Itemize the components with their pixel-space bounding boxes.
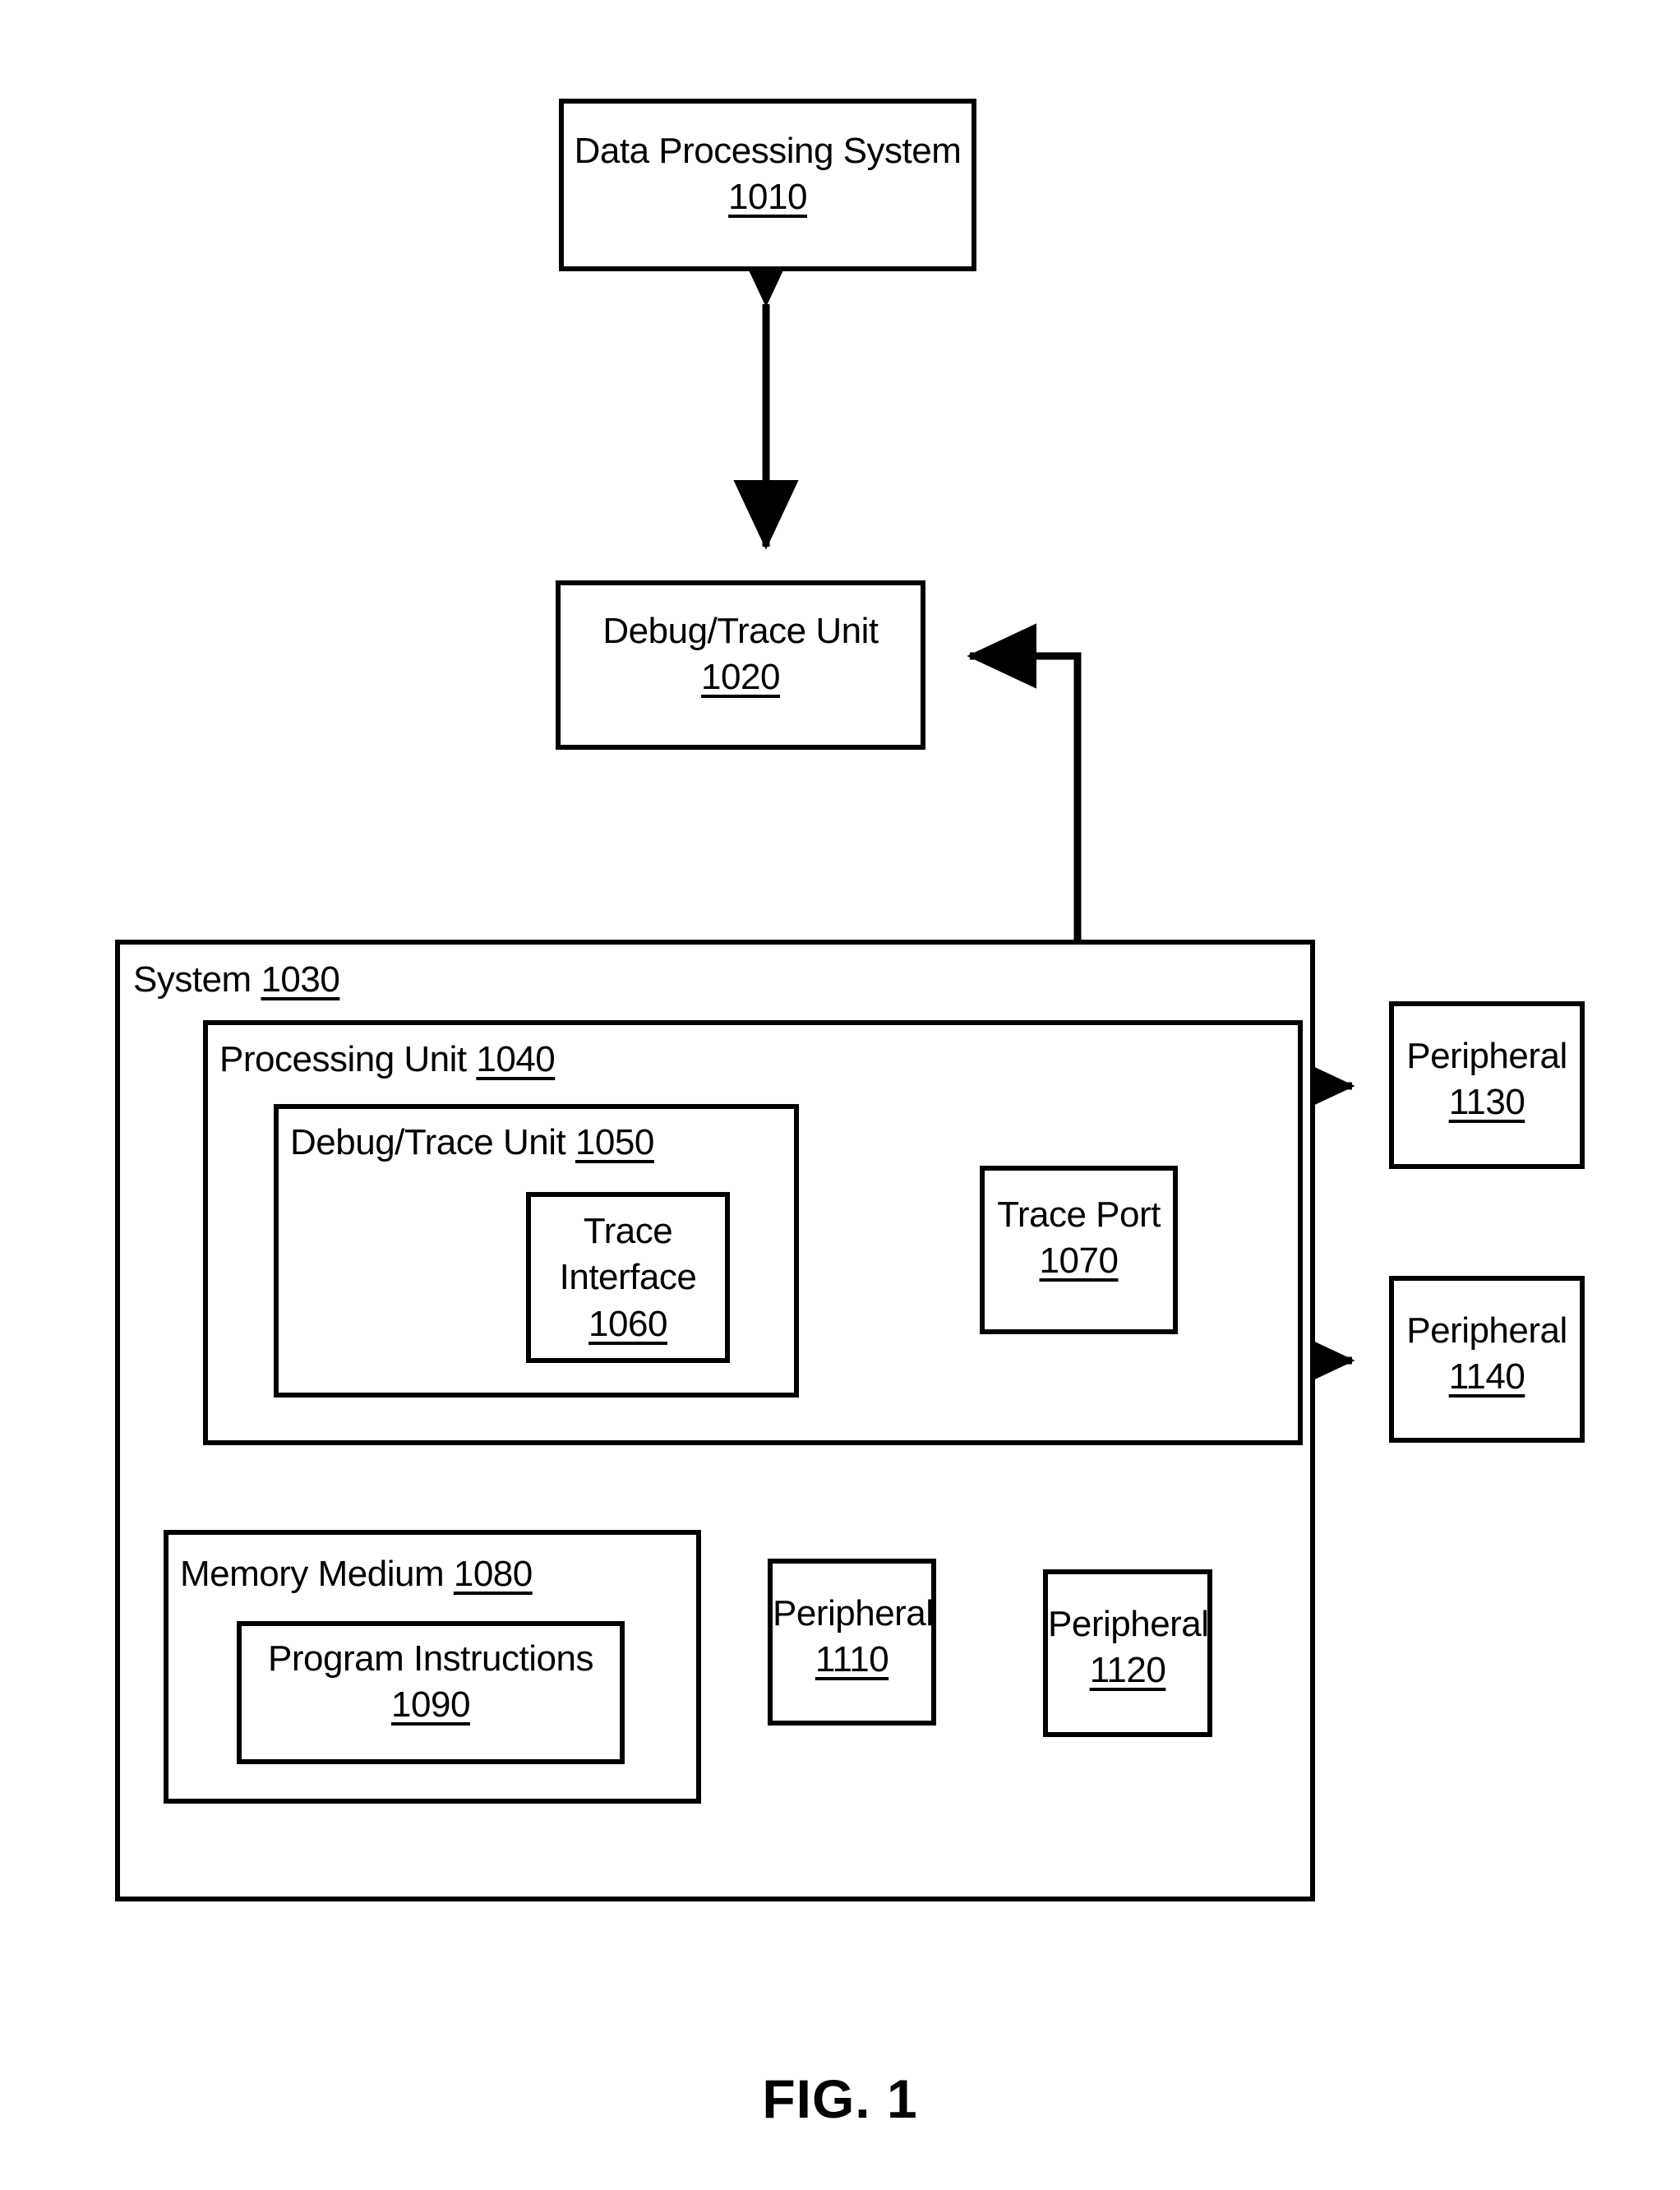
block-trace-interface-1060[interactable]: Trace Interface 1060 xyxy=(526,1192,730,1363)
figure-caption: FIG. 1 xyxy=(762,2068,918,2129)
block-label-peripheral-1110: Peripheral xyxy=(773,1593,934,1633)
block-ref-peripheral-1140: 1140 xyxy=(1448,1356,1525,1398)
block-ref-peripheral-1120: 1120 xyxy=(1089,1650,1166,1691)
block-ref-debug-trace-unit-1020: 1020 xyxy=(701,657,780,698)
block-label-trace-port-1070: Trace Port xyxy=(997,1194,1161,1235)
block-peripheral-1130[interactable]: Peripheral 1130 xyxy=(1389,1001,1585,1169)
block-label-memory-medium-1080: Memory Medium xyxy=(180,1554,445,1594)
block-trace-port-1070[interactable]: Trace Port 1070 xyxy=(980,1166,1178,1334)
block-peripheral-1110[interactable]: Peripheral 1110 xyxy=(768,1559,936,1726)
block-ref-system-1030: 1030 xyxy=(261,959,340,1000)
patent-figure: Data Processing System 1010 Debug/Trace … xyxy=(0,0,1680,2190)
block-ref-memory-medium-1080: 1080 xyxy=(453,1554,533,1594)
block-ref-program-instructions-1090: 1090 xyxy=(391,1684,470,1726)
block-label-debug-trace-unit-1050-group: Debug/Trace Unit 1050 xyxy=(290,1121,654,1165)
block-data-processing-system[interactable]: Data Processing System 1010 xyxy=(559,99,976,271)
block-ref-data-processing-system: 1010 xyxy=(728,177,807,218)
block-label-processing-unit-1040-group: Processing Unit 1040 xyxy=(219,1038,556,1082)
block-label-system-1030-group: System 1030 xyxy=(133,959,340,1002)
block-program-instructions-1090[interactable]: Program Instructions 1090 xyxy=(237,1621,625,1764)
block-ref-peripheral-1110: 1110 xyxy=(815,1639,889,1680)
block-ref-debug-trace-unit-1050: 1050 xyxy=(575,1122,654,1162)
block-peripheral-1140[interactable]: Peripheral 1140 xyxy=(1389,1276,1585,1443)
block-label-trace-interface-line2: Interface xyxy=(559,1257,697,1298)
block-peripheral-1120[interactable]: Peripheral 1120 xyxy=(1043,1569,1212,1737)
block-label-peripheral-1140: Peripheral xyxy=(1406,1310,1567,1351)
block-ref-processing-unit-1040: 1040 xyxy=(476,1039,556,1079)
block-ref-peripheral-1130: 1130 xyxy=(1448,1082,1525,1123)
block-label-memory-medium-1080-group: Memory Medium 1080 xyxy=(180,1553,533,1596)
block-label-debug-trace-unit-1050: Debug/Trace Unit xyxy=(290,1122,566,1162)
block-label-peripheral-1120: Peripheral xyxy=(1048,1604,1209,1644)
block-label-trace-interface-line1: Trace xyxy=(583,1211,673,1251)
block-label-program-instructions-1090: Program Instructions xyxy=(268,1638,593,1679)
block-debug-trace-unit-1020[interactable]: Debug/Trace Unit 1020 xyxy=(556,580,925,750)
block-label-data-processing-system: Data Processing System xyxy=(574,131,962,171)
block-label-peripheral-1130: Peripheral xyxy=(1406,1036,1567,1076)
block-ref-trace-port-1070: 1070 xyxy=(1039,1241,1119,1282)
block-label-processing-unit-1040: Processing Unit xyxy=(219,1039,467,1079)
block-label-debug-trace-unit-1020: Debug/Trace Unit xyxy=(602,611,879,651)
block-ref-trace-interface-1060: 1060 xyxy=(588,1303,667,1344)
block-label-system-1030: System xyxy=(133,959,252,1000)
